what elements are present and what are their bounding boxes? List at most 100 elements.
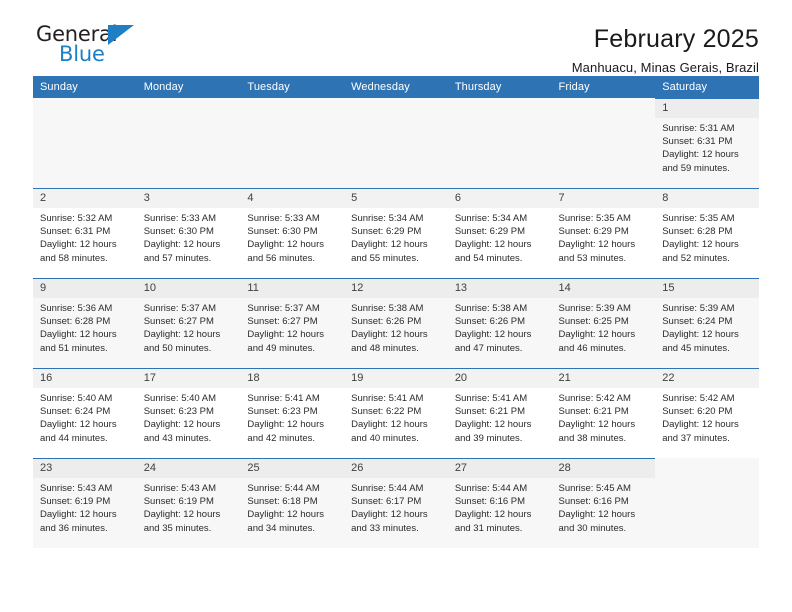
day-number: 16 bbox=[33, 369, 137, 388]
day-cell[interactable]: 6 Sunrise: 5:34 AM Sunset: 6:29 PM Daylight… bbox=[447, 188, 552, 278]
day-cell[interactable]: 10 Sunrise: 5:37 AM Sunset: 6:27 PM Dayligh… bbox=[136, 278, 241, 368]
day-cell[interactable]: 16 Sunrise: 5:40 AM Sunset: 6:24 PM Dayligh… bbox=[33, 368, 137, 458]
sunset-text: Sunset: 6:19 PM bbox=[143, 496, 214, 508]
day-cell[interactable]: 21 Sunrise: 5:42 AM Sunset: 6:21 PM Dayligh… bbox=[551, 368, 656, 458]
daylight-text-line2: and 58 minutes. bbox=[40, 252, 108, 264]
sunrise-text: Sunrise: 5:35 AM bbox=[662, 213, 735, 224]
sunset-text: Sunset: 6:21 PM bbox=[454, 406, 526, 418]
calendar-cell: 19 Sunrise: 5:41 AM Sunset: 6:22 PM Dayligh… bbox=[344, 368, 448, 458]
sunset-text: Sunset: 6:22 PM bbox=[351, 406, 422, 418]
day-number: 27 bbox=[447, 459, 552, 478]
day-cell[interactable]: 26 Sunrise: 5:44 AM Sunset: 6:17 PM Dayligh… bbox=[344, 458, 448, 548]
day-cell[interactable]: 20 Sunrise: 5:41 AM Sunset: 6:21 PM Dayligh… bbox=[447, 368, 552, 458]
calendar-cell bbox=[33, 98, 137, 188]
sunrise-text: Sunrise: 5:40 AM bbox=[40, 393, 113, 404]
day-cell[interactable]: 8 Sunrise: 5:35 AM Sunset: 6:28 PM Daylight… bbox=[655, 188, 759, 278]
day-cell[interactable]: 18 Sunrise: 5:41 AM Sunset: 6:23 PM Dayligh… bbox=[240, 368, 345, 458]
day-number: 1 bbox=[655, 99, 759, 118]
daylight-text-line2: and 50 minutes. bbox=[143, 342, 212, 354]
day-cell[interactable]: 2 Sunrise: 5:32 AM Sunset: 6:31 PM Daylight… bbox=[33, 188, 137, 278]
day-number: 2 bbox=[33, 189, 137, 208]
daylight-text-line2: and 34 minutes. bbox=[247, 522, 316, 534]
daylight-text-line2: and 31 minutes. bbox=[454, 522, 523, 534]
day-cell[interactable]: 9 Sunrise: 5:36 AM Sunset: 6:28 PM Daylight… bbox=[33, 278, 137, 368]
sunset-text: Sunset: 6:17 PM bbox=[351, 496, 422, 508]
day-cell[interactable]: 15 Sunrise: 5:39 AM Sunset: 6:24 PM Dayligh… bbox=[655, 278, 759, 368]
day-cell[interactable]: 27 Sunrise: 5:44 AM Sunset: 6:16 PM Dayligh… bbox=[447, 458, 552, 548]
daylight-text-line1: Daylight: 12 hours bbox=[662, 239, 739, 251]
day-number: 12 bbox=[344, 279, 448, 298]
day-cell[interactable]: 4 Sunrise: 5:33 AM Sunset: 6:30 PM Daylight… bbox=[240, 188, 345, 278]
daylight-text-line1: Daylight: 12 hours bbox=[247, 239, 324, 251]
calendar-cell: 12 Sunrise: 5:38 AM Sunset: 6:26 PM Dayligh… bbox=[344, 278, 448, 368]
daylight-text-line1: Daylight: 12 hours bbox=[247, 329, 324, 341]
day-cell[interactable]: 1 Sunrise: 5:31 AM Sunset: 6:31 PM Daylight… bbox=[655, 98, 759, 188]
day-details: Sunrise: 5:40 AM Sunset: 6:24 PM Daylight:… bbox=[33, 388, 137, 445]
daylight-text-line2: and 46 minutes. bbox=[558, 342, 627, 354]
weekday-header-thursday: Thursday bbox=[447, 76, 552, 98]
day-number: 22 bbox=[655, 369, 759, 388]
day-cell[interactable]: 25 Sunrise: 5:44 AM Sunset: 6:18 PM Dayligh… bbox=[240, 458, 345, 548]
sunrise-text: Sunrise: 5:41 AM bbox=[454, 393, 528, 404]
weekday-header-monday: Monday bbox=[136, 76, 241, 98]
day-cell[interactable]: 5 Sunrise: 5:34 AM Sunset: 6:29 PM Daylight… bbox=[344, 188, 448, 278]
day-cell[interactable]: 23 Sunrise: 5:43 AM Sunset: 6:19 PM Dayligh… bbox=[33, 458, 137, 548]
day-cell[interactable]: 24 Sunrise: 5:43 AM Sunset: 6:19 PM Dayligh… bbox=[136, 458, 241, 548]
daylight-text-line2: and 48 minutes. bbox=[351, 342, 419, 354]
calendar-cell: 27 Sunrise: 5:44 AM Sunset: 6:16 PM Dayligh… bbox=[447, 458, 552, 548]
day-cell-empty bbox=[344, 98, 448, 188]
day-details: Sunrise: 5:34 AM Sunset: 6:29 PM Daylight:… bbox=[344, 208, 448, 265]
general-blue-logo[interactable]: General Blue bbox=[33, 22, 149, 68]
day-details: Sunrise: 5:35 AM Sunset: 6:29 PM Daylight:… bbox=[552, 208, 656, 265]
day-cell[interactable]: 7 Sunrise: 5:35 AM Sunset: 6:29 PM Daylight… bbox=[551, 188, 656, 278]
day-cell[interactable]: 17 Sunrise: 5:40 AM Sunset: 6:23 PM Dayligh… bbox=[136, 368, 241, 458]
day-cell-empty bbox=[33, 98, 137, 188]
sunrise-text: Sunrise: 5:31 AM bbox=[662, 123, 735, 134]
day-cell[interactable]: 14 Sunrise: 5:39 AM Sunset: 6:25 PM Dayligh… bbox=[551, 278, 656, 368]
day-cell[interactable]: 11 Sunrise: 5:37 AM Sunset: 6:27 PM Dayligh… bbox=[240, 278, 345, 368]
day-cell[interactable]: 19 Sunrise: 5:41 AM Sunset: 6:22 PM Dayligh… bbox=[344, 368, 448, 458]
daylight-text-line1: Daylight: 12 hours bbox=[351, 329, 428, 341]
day-cell[interactable]: 28 Sunrise: 5:45 AM Sunset: 6:16 PM Dayligh… bbox=[551, 458, 656, 548]
daylight-text-line2: and 38 minutes. bbox=[558, 432, 627, 444]
calendar-cell bbox=[136, 98, 241, 188]
daylight-text-line1: Daylight: 12 hours bbox=[247, 509, 324, 521]
title-block: February 2025 Manhuacu, Minas Gerais, Br… bbox=[572, 22, 759, 78]
day-details: Sunrise: 5:43 AM Sunset: 6:19 PM Daylight:… bbox=[33, 478, 137, 535]
daylight-text-line1: Daylight: 12 hours bbox=[143, 509, 221, 521]
daylight-text-line2: and 37 minutes. bbox=[662, 432, 730, 444]
daylight-text-line1: Daylight: 12 hours bbox=[351, 239, 428, 251]
sunrise-text: Sunrise: 5:34 AM bbox=[454, 213, 528, 224]
calendar-cell: 10 Sunrise: 5:37 AM Sunset: 6:27 PM Dayligh… bbox=[136, 278, 241, 368]
day-details: Sunrise: 5:41 AM Sunset: 6:23 PM Daylight:… bbox=[240, 388, 344, 445]
day-number: 3 bbox=[136, 189, 241, 208]
weekday-header-row: Sunday Monday Tuesday Wednesday Thursday Frid… bbox=[33, 76, 759, 98]
daylight-text-line2: and 43 minutes. bbox=[143, 432, 212, 444]
page-title: February 2025 bbox=[593, 25, 759, 53]
calendar-cell: 2 Sunrise: 5:32 AM Sunset: 6:31 PM Daylight… bbox=[33, 188, 137, 278]
daylight-text-line2: and 51 minutes. bbox=[40, 342, 108, 354]
calendar-cell: 8 Sunrise: 5:35 AM Sunset: 6:28 PM Daylight… bbox=[655, 188, 759, 278]
sunset-text: Sunset: 6:21 PM bbox=[558, 406, 629, 418]
calendar-cell: 22 Sunrise: 5:42 AM Sunset: 6:20 PM Dayligh… bbox=[655, 368, 759, 458]
day-details: Sunrise: 5:37 AM Sunset: 6:27 PM Daylight:… bbox=[137, 298, 241, 355]
day-cell[interactable]: 22 Sunrise: 5:42 AM Sunset: 6:20 PM Dayligh… bbox=[655, 368, 759, 458]
sunrise-text: Sunrise: 5:44 AM bbox=[454, 483, 528, 494]
daylight-text-line2: and 44 minutes. bbox=[40, 432, 108, 444]
day-cell[interactable]: 12 Sunrise: 5:38 AM Sunset: 6:26 PM Dayligh… bbox=[344, 278, 448, 368]
sunset-text: Sunset: 6:31 PM bbox=[662, 136, 733, 148]
day-cell[interactable]: 13 Sunrise: 5:38 AM Sunset: 6:26 PM Dayligh… bbox=[447, 278, 552, 368]
calendar-cell: 11 Sunrise: 5:37 AM Sunset: 6:27 PM Dayligh… bbox=[240, 278, 345, 368]
day-number: 9 bbox=[33, 279, 137, 298]
sunrise-text: Sunrise: 5:41 AM bbox=[247, 393, 320, 404]
day-cell[interactable]: 3 Sunrise: 5:33 AM Sunset: 6:30 PM Daylight… bbox=[136, 188, 241, 278]
daylight-text-line1: Daylight: 12 hours bbox=[558, 239, 636, 251]
sunrise-text: Sunrise: 5:40 AM bbox=[143, 393, 217, 404]
daylight-text-line2: and 59 minutes. bbox=[662, 162, 730, 174]
calendar-cell: 3 Sunrise: 5:33 AM Sunset: 6:30 PM Daylight… bbox=[136, 188, 241, 278]
sunrise-text: Sunrise: 5:43 AM bbox=[40, 483, 113, 494]
day-number: 21 bbox=[551, 369, 656, 388]
sunset-text: Sunset: 6:18 PM bbox=[247, 496, 318, 508]
day-details: Sunrise: 5:39 AM Sunset: 6:24 PM Daylight:… bbox=[655, 298, 759, 355]
calendar-cell bbox=[551, 98, 656, 188]
